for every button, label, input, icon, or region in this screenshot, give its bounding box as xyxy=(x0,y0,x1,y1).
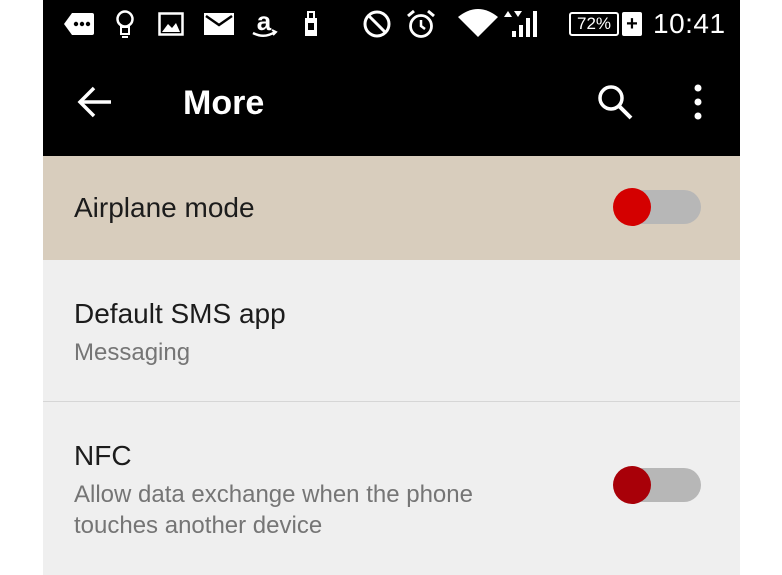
page-title: More xyxy=(183,84,265,122)
airplane-mode-toggle[interactable] xyxy=(611,186,703,228)
setting-subtitle-line-1: Allow data exchange when the phone xyxy=(74,481,473,508)
setting-subtitle: Messaging xyxy=(74,339,191,366)
sd-card-icon xyxy=(299,8,323,40)
amazon-icon: a xyxy=(247,8,281,40)
charging-icon: + xyxy=(622,12,642,36)
do-not-disturb-icon xyxy=(361,8,393,40)
phone-screen: a 72% + 10:41 More Airplane mode Default… xyxy=(43,0,740,575)
setting-default-sms-app[interactable]: Default SMS app Messaging xyxy=(43,260,740,402)
setting-title: Default SMS app xyxy=(74,298,286,329)
back-arrow-icon xyxy=(77,86,111,118)
svg-text:a: a xyxy=(257,8,272,36)
more-vert-icon xyxy=(694,84,702,120)
app-toolbar: More xyxy=(43,48,740,156)
status-bar: a 72% + 10:41 xyxy=(43,0,740,48)
overflow-menu-button[interactable] xyxy=(683,80,713,124)
mail-icon xyxy=(203,8,235,40)
battery-percent: 72% xyxy=(576,14,612,33)
signal-icon xyxy=(501,8,541,40)
toggle-thumb xyxy=(613,188,651,226)
wifi-icon xyxy=(457,8,499,40)
lightbulb-icon xyxy=(113,8,137,40)
setting-title: Airplane mode xyxy=(74,192,255,223)
search-icon xyxy=(598,85,633,120)
message-icon xyxy=(61,8,97,40)
setting-subtitle-line-2: touches another device xyxy=(74,512,323,539)
image-icon xyxy=(157,8,185,40)
back-button[interactable] xyxy=(73,80,117,124)
toggle-thumb xyxy=(613,466,651,504)
setting-title: NFC xyxy=(74,440,132,471)
battery-indicator: 72% xyxy=(569,12,619,36)
status-clock: 10:41 xyxy=(653,8,726,39)
setting-nfc[interactable]: NFC Allow data exchange when the phone t… xyxy=(43,402,740,575)
setting-airplane-mode[interactable]: Airplane mode xyxy=(43,156,740,260)
alarm-icon xyxy=(405,8,437,40)
nfc-toggle[interactable] xyxy=(611,464,703,506)
search-button[interactable] xyxy=(593,80,637,124)
